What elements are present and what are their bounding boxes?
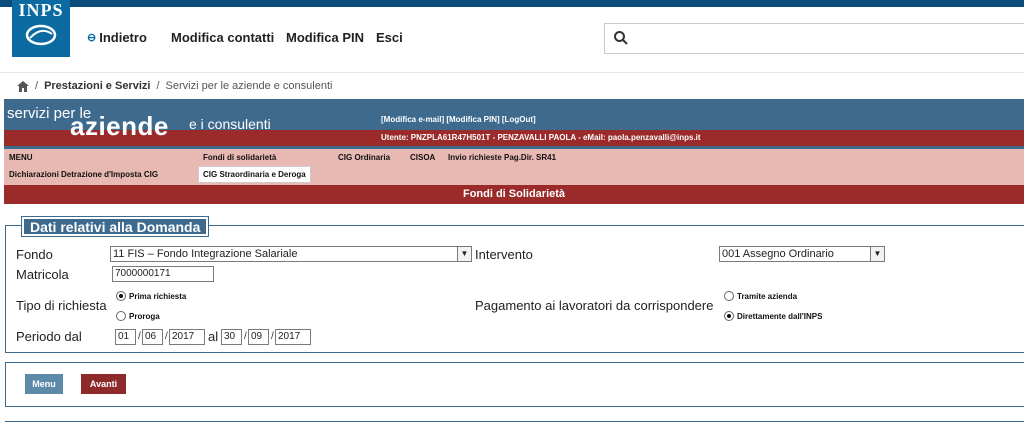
- search-icon: [614, 31, 628, 45]
- breadcrumb-separator: /: [35, 80, 39, 92]
- date-slash: /: [165, 331, 168, 342]
- logout-link[interactable]: Esci: [376, 30, 403, 45]
- chevron-down-icon: ▼: [870, 247, 884, 261]
- intervento-select[interactable]: 001 Assegno Ordinario ▼: [719, 246, 885, 262]
- date-slash: /: [138, 331, 141, 342]
- actions-fieldset: [5, 362, 1024, 407]
- bottom-divider: [5, 421, 1024, 422]
- breadcrumb: / Prestazioni e Servizi / Servizi per le…: [17, 80, 332, 92]
- radio-checked-icon: [724, 311, 734, 321]
- account-links[interactable]: [Modifica e-mail] [Modifica PIN] [LogOut…: [381, 115, 536, 124]
- dal-year-input[interactable]: 2017: [169, 329, 205, 345]
- back-link[interactable]: ⊖ Indietro: [87, 30, 147, 45]
- service-banner: servizi per le aziende e i consulenti [M…: [4, 99, 1024, 149]
- periodo-dal-label: Periodo dal: [16, 329, 82, 344]
- back-circle-icon: ⊖: [87, 32, 97, 44]
- menu-button[interactable]: Menu: [25, 374, 63, 394]
- fondo-select[interactable]: 11 FIS – Fondo Integrazione Salariale ▼: [110, 246, 472, 262]
- edit-pin-link[interactable]: Modifica PIN: [286, 30, 364, 45]
- dal-month-input[interactable]: 06: [142, 329, 163, 345]
- section-title: Fondi di Solidarietà: [4, 185, 1024, 204]
- breadcrumb-separator: /: [156, 80, 160, 92]
- banner-line3: e i consulenti: [189, 116, 271, 132]
- edit-contacts-link[interactable]: Modifica contatti: [171, 30, 274, 45]
- matricola-label: Matricola: [16, 267, 69, 282]
- al-month-input[interactable]: 09: [248, 329, 269, 345]
- breadcrumb-item-prestazioni[interactable]: Prestazioni e Servizi: [44, 80, 150, 92]
- radio-checked-icon: [116, 291, 126, 301]
- al-year-input[interactable]: 2017: [275, 329, 311, 345]
- intervento-select-value: 001 Assegno Ordinario: [722, 248, 834, 260]
- fondo-label: Fondo: [16, 247, 53, 262]
- top-bar: [0, 0, 1024, 7]
- radio-tramite-azienda[interactable]: Tramite azienda: [724, 291, 797, 301]
- al-day-input[interactable]: 30: [221, 329, 242, 345]
- back-label: Indietro: [99, 30, 147, 45]
- form-legend: Dati relativi alla Domanda: [20, 216, 210, 237]
- radio-proroga[interactable]: Proroga: [116, 311, 160, 321]
- menu-item-menu[interactable]: MENU: [9, 153, 33, 162]
- menu-item-fondi[interactable]: Fondi di solidarietà: [203, 153, 276, 162]
- chevron-down-icon: ▼: [457, 247, 471, 261]
- logo-emblem-icon: [25, 24, 57, 46]
- home-icon[interactable]: [17, 80, 29, 92]
- radio-prima-richiesta-label: Prima richiesta: [129, 291, 187, 301]
- header-divider: [0, 72, 1024, 73]
- radio-unchecked-icon: [724, 291, 734, 301]
- radio-direttamente-inps-label: Direttamente dall'INPS: [737, 311, 823, 321]
- radio-direttamente-inps[interactable]: Direttamente dall'INPS: [724, 311, 822, 321]
- date-slash: /: [244, 331, 247, 342]
- intervento-label: Intervento: [475, 247, 533, 262]
- avanti-button[interactable]: Avanti: [81, 374, 126, 394]
- radio-tramite-azienda-label: Tramite azienda: [737, 291, 798, 301]
- logo-text: INPS: [18, 0, 64, 20]
- radio-prima-richiesta[interactable]: Prima richiesta: [116, 291, 186, 301]
- menu-item-sr41[interactable]: Invio richieste Pag.Dir. SR41: [448, 153, 556, 162]
- service-menu: MENU Fondi di solidarietà CIG Ordinaria …: [4, 149, 1024, 185]
- matricola-input[interactable]: 7000000171: [112, 266, 214, 282]
- menu-item-cig-ordinaria[interactable]: CIG Ordinaria: [338, 153, 390, 162]
- dal-day-input[interactable]: 01: [115, 329, 136, 345]
- banner-line2: aziende: [70, 111, 169, 141]
- pagamento-label: Pagamento ai lavoratori da corrispondere: [475, 298, 714, 313]
- radio-proroga-label: Proroga: [129, 311, 160, 321]
- al-label: al: [208, 329, 219, 344]
- user-info: Utente: PNZPLA61R47H501T - PENZAVALLI PA…: [381, 133, 701, 142]
- radio-unchecked-icon: [116, 311, 126, 321]
- search-input[interactable]: [604, 23, 1024, 54]
- menu-item-detrazione[interactable]: Dichiarazioni Detrazione d'Imposta CIG: [9, 170, 158, 179]
- date-slash: /: [271, 331, 274, 342]
- fondo-select-value: 11 FIS – Fondo Integrazione Salariale: [113, 248, 298, 260]
- menu-item-cig-straordinaria[interactable]: CIG Straordinaria e Deroga: [198, 166, 311, 183]
- inps-logo[interactable]: INPS: [12, 0, 70, 57]
- menu-item-cisoa[interactable]: CISOA: [410, 153, 435, 162]
- tipo-richiesta-label: Tipo di richiesta: [16, 298, 107, 313]
- breadcrumb-item-current: Servizi per le aziende e consulenti: [165, 80, 333, 92]
